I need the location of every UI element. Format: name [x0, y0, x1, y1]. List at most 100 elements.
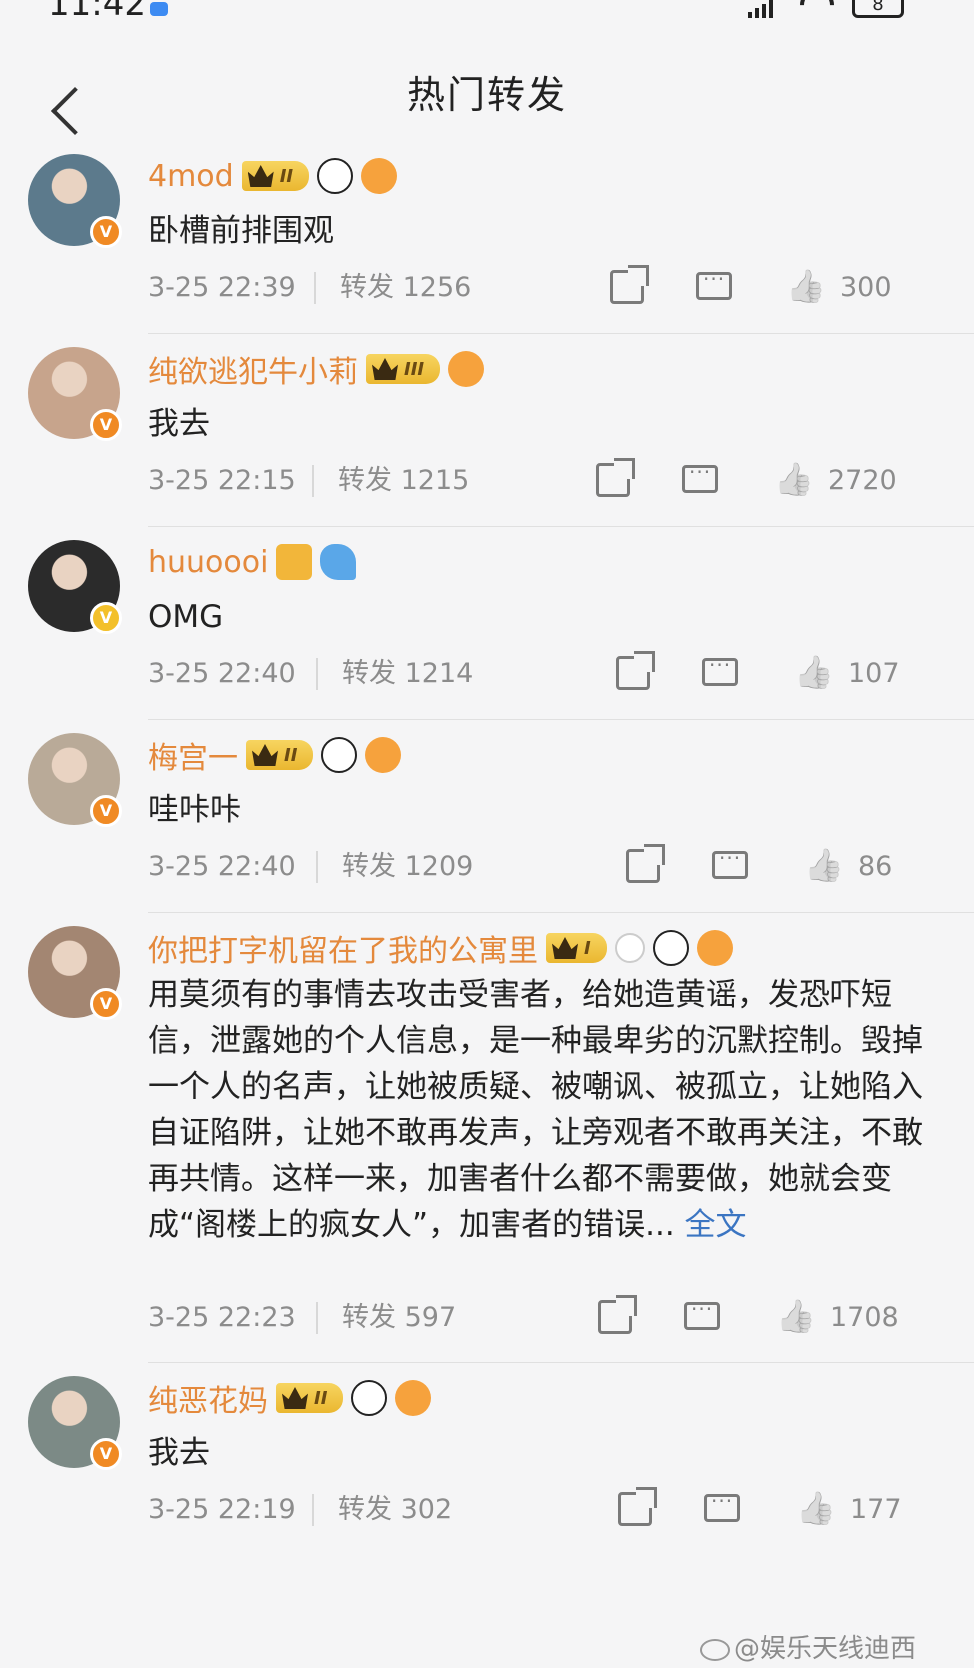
timestamp: 3-25 22:40 [148, 851, 296, 882]
username[interactable]: 梅宫一 [148, 733, 238, 777]
verified-badge-icon: V [90, 602, 122, 634]
panda-badge-icon[interactable] [652, 930, 689, 966]
like-count[interactable]: 1708 [830, 1298, 899, 1338]
share-icon[interactable] [610, 265, 649, 304]
shark-badge-icon[interactable] [320, 544, 357, 580]
meta-row: 3-25 22:23 转发 597 👍 1708 [148, 1295, 946, 1338]
username-row: 你把打字机留在了我的公寓里 I [148, 926, 733, 970]
repost-content[interactable]: 我去 [148, 401, 938, 447]
item-divider [148, 333, 974, 334]
like-count[interactable]: 2720 [828, 461, 897, 501]
comment-icon[interactable] [704, 1489, 740, 1522]
fish-badge-icon[interactable] [448, 351, 485, 387]
meta-divider [312, 1494, 314, 1526]
meta-divider [316, 851, 318, 883]
comment-icon[interactable] [684, 1297, 720, 1330]
timestamp: 3-25 22:39 [148, 272, 296, 303]
repost-content[interactable]: 卧槽前排围观 [148, 208, 938, 254]
verified-badge-icon: V [90, 216, 122, 248]
repost-content[interactable]: 用莫须有的事情去攻击受害者，给她造黄谣，发恐吓短信，泄露她的个人信息，是一种最卑… [148, 972, 938, 1248]
fish-badge-icon[interactable] [696, 930, 733, 966]
repost-count[interactable]: 转发 1209 [342, 847, 473, 887]
panda-badge-icon[interactable] [321, 737, 358, 773]
repost-item[interactable]: V 你把打字机留在了我的公寓里 I 用莫须有的事情去攻击受害者，给她造黄谣，发恐吓短信… [0, 912, 974, 1362]
meta-row: 3-25 22:19 转发 302 👍 177 [148, 1487, 946, 1530]
repost-content[interactable]: 哇咔咔 [148, 787, 938, 833]
crown-icon [252, 744, 278, 766]
crown-icon [372, 358, 398, 380]
verified-badge-icon: V [90, 409, 122, 441]
comment-icon[interactable] [682, 460, 718, 493]
like-icon[interactable]: 👍 [804, 847, 844, 883]
username[interactable]: 4mod [148, 159, 234, 194]
vip-level-badge[interactable]: III [366, 354, 441, 384]
like-icon[interactable]: 👍 [796, 1490, 836, 1526]
crown-icon [552, 937, 578, 959]
page-title: 热门转发 [406, 73, 567, 117]
panda-badge-icon[interactable] [317, 158, 354, 194]
repost-item[interactable]: V 4mod II 卧槽前排围观 3-25 22:39 转发 1256 👍 300 [0, 140, 974, 333]
like-count[interactable]: 86 [858, 847, 892, 887]
timestamp: 3-25 22:23 [148, 1302, 296, 1333]
verified-badge-icon: V [90, 795, 122, 827]
repost-item[interactable]: V 梅宫一 II 哇咔咔 3-25 22:40 转发 1209 👍 86 [0, 719, 974, 912]
vip-level-badge[interactable]: II [241, 161, 310, 191]
repost-text: 我去 [148, 1435, 210, 1471]
vip-level-badge[interactable]: II [246, 740, 314, 770]
repost-count[interactable]: 转发 1256 [340, 268, 471, 308]
like-icon[interactable]: 👍 [786, 268, 826, 304]
repost-content[interactable]: OMG [148, 594, 938, 640]
like-count[interactable]: 177 [850, 1490, 902, 1530]
share-icon[interactable] [598, 1295, 637, 1334]
repost-item[interactable]: V 纯恶花妈 II 我去 3-25 22:19 转发 302 👍 177 [0, 1362, 974, 1555]
verified-badge-icon: V [90, 988, 122, 1020]
vip-level-label: III [404, 358, 425, 380]
like-count[interactable]: 300 [840, 268, 892, 308]
status-bar: 11:42 ··· 8 [0, 0, 974, 22]
crown2-badge-icon[interactable] [276, 544, 313, 580]
like-icon[interactable]: 👍 [774, 461, 814, 497]
watermark: @娱乐天线迪西 [700, 1628, 916, 1665]
repost-count[interactable]: 转发 1215 [338, 461, 469, 501]
vip-level-label: I [584, 937, 591, 959]
repost-count[interactable]: 转发 302 [338, 1490, 452, 1530]
more-notifications-icon: ··· [190, 0, 228, 18]
vip-level-label: II [284, 744, 298, 766]
repost-count[interactable]: 转发 1214 [342, 654, 473, 694]
username[interactable]: 你把打字机留在了我的公寓里 [148, 926, 538, 970]
username[interactable]: 纯恶花妈 [148, 1376, 268, 1420]
panda-badge-icon[interactable] [351, 1380, 388, 1416]
verified-badge-icon: V [90, 1438, 122, 1470]
username[interactable]: 纯欲逃犯牛小莉 [148, 347, 358, 391]
app-notification-icon [150, 2, 168, 16]
username[interactable]: huuoooi [148, 545, 268, 580]
repost-text: 用莫须有的事情去攻击受害者，给她造黄谣，发恐吓短信，泄露她的个人信息，是一种最卑… [148, 977, 923, 1243]
item-divider [148, 912, 974, 913]
fish-badge-icon[interactable] [365, 737, 402, 773]
share-icon[interactable] [626, 844, 665, 883]
share-icon[interactable] [618, 1487, 657, 1526]
like-count[interactable]: 107 [848, 654, 900, 694]
share-icon[interactable] [616, 651, 655, 690]
comment-icon[interactable] [702, 653, 738, 686]
repost-count[interactable]: 转发 597 [342, 1298, 456, 1338]
bunny-badge-icon[interactable] [614, 933, 645, 963]
fish-badge-icon[interactable] [395, 1380, 432, 1416]
comment-icon[interactable] [696, 267, 732, 300]
fish-badge-icon[interactable] [361, 158, 398, 194]
repost-text: 我去 [148, 406, 210, 442]
comment-icon[interactable] [712, 846, 748, 879]
share-icon[interactable] [596, 458, 635, 497]
like-icon[interactable]: 👍 [794, 654, 834, 690]
full-text-link[interactable]: 全文 [685, 1207, 747, 1243]
repost-text: 哇咔咔 [148, 792, 241, 828]
item-divider [148, 719, 974, 720]
like-icon[interactable]: 👍 [776, 1298, 816, 1334]
username-row: 梅宫一 II [148, 733, 402, 777]
repost-content[interactable]: 我去 [148, 1430, 938, 1476]
repost-item[interactable]: V 纯欲逃犯牛小莉 III 我去 3-25 22:15 转发 1215 👍 2720 [0, 333, 974, 526]
crown-icon [282, 1387, 308, 1409]
repost-item[interactable]: Vhuuoooi OMG 3-25 22:40 转发 1214 👍 107 [0, 526, 974, 719]
vip-level-badge[interactable]: I [546, 933, 607, 963]
vip-level-badge[interactable]: II [276, 1383, 344, 1413]
